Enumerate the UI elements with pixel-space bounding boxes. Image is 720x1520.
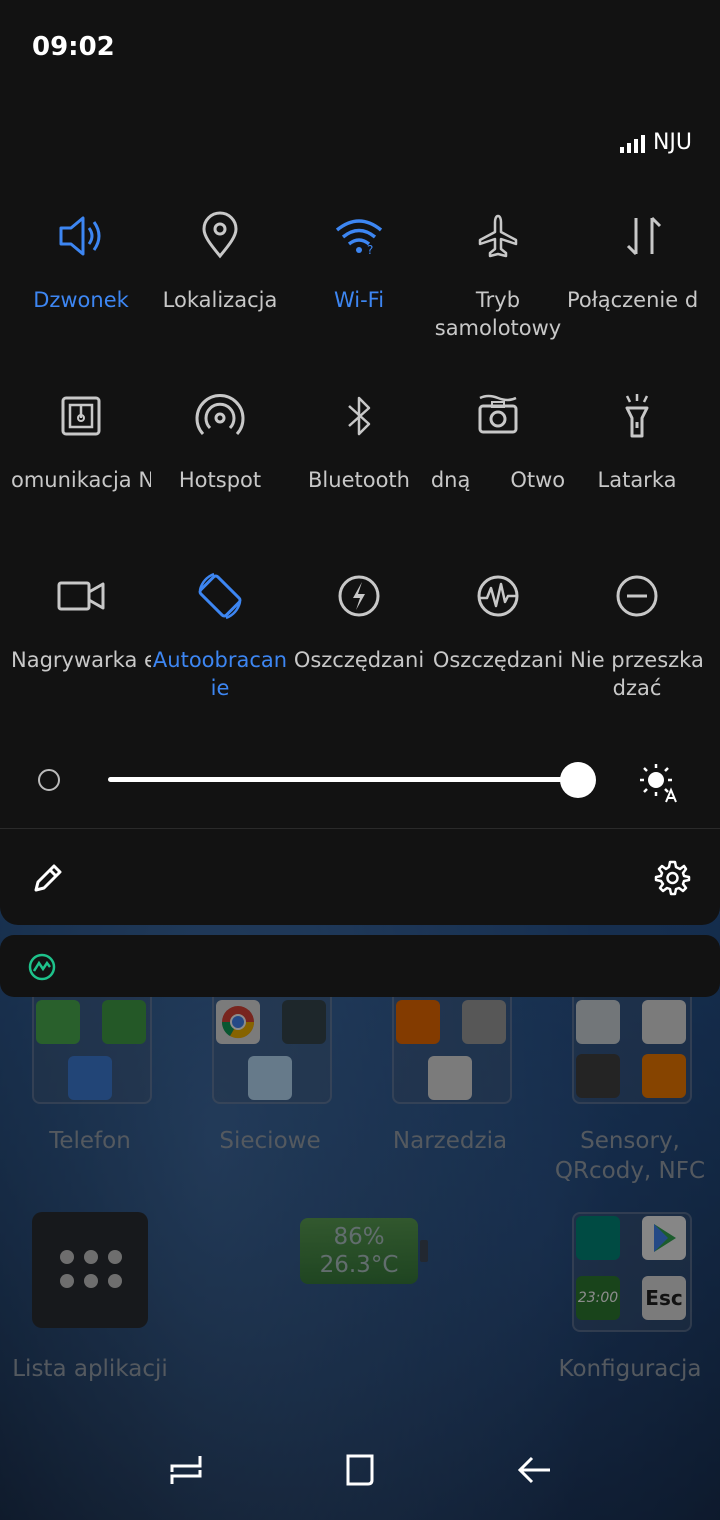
- carrier-indicator: NJU: [619, 130, 692, 155]
- back-arrow-icon[interactable]: [514, 1450, 554, 1490]
- tile-label: omunikacja N: [11, 468, 151, 492]
- video-camera-icon: [57, 581, 105, 611]
- navigation-bar: [0, 1430, 720, 1520]
- edit-pencil-icon[interactable]: [30, 860, 66, 896]
- speaker-icon: [59, 216, 101, 256]
- tile-label: dną Otwo: [430, 468, 566, 492]
- rotate-icon: [198, 572, 242, 620]
- tile-airplane-mode[interactable]: Tryb samolotowy: [428, 208, 568, 342]
- tile-label: Hotspot: [178, 468, 262, 492]
- brightness-slider-thumb[interactable]: [560, 762, 597, 798]
- airplane-icon: [478, 214, 518, 258]
- recent-apps-icon[interactable]: [166, 1450, 206, 1490]
- tile-bluetooth[interactable]: Bluetooth: [289, 388, 429, 494]
- notification-card[interactable]: [0, 935, 720, 997]
- tile-label: Nagrywarka e: [11, 648, 151, 672]
- quick-settings-panel: 09:02 NJU Dzwonek Lokalizacja ? Wi-Fi Tr…: [0, 0, 720, 925]
- tile-wifi[interactable]: ? Wi-Fi: [289, 208, 429, 314]
- tile-hotspot[interactable]: Hotspot: [150, 388, 290, 494]
- tile-label: Nie przeszka dzać: [570, 648, 704, 700]
- performance-icon: [477, 575, 519, 617]
- carrier-name: NJU: [652, 130, 692, 155]
- tile-label: Tryb samolotowy: [434, 288, 562, 340]
- wifi-icon: ?: [335, 219, 383, 257]
- screenshot-camera-icon: [478, 394, 518, 434]
- hotspot-icon: [195, 394, 245, 436]
- bluetooth-icon: [348, 396, 371, 436]
- tile-power-saving[interactable]: Oszczędzani: [289, 568, 429, 674]
- tile-screenshot[interactable]: dną Otwo: [428, 388, 568, 494]
- tile-label: Latarka: [597, 468, 677, 492]
- tile-label: Dzwonek: [33, 288, 129, 312]
- tile-label: Połączenie d: [567, 288, 699, 312]
- svg-text:?: ?: [367, 243, 373, 257]
- tile-sound[interactable]: Dzwonek: [11, 208, 151, 314]
- location-pin-icon: [202, 211, 238, 259]
- home-button-icon[interactable]: [340, 1450, 380, 1490]
- power-saving-icon: [338, 575, 380, 617]
- tile-label: Bluetooth: [308, 468, 410, 492]
- tile-label: Oszczędzani: [293, 648, 425, 672]
- status-clock: 09:02: [32, 32, 115, 62]
- data-arrows-icon: [626, 216, 661, 256]
- nfc-icon: [61, 396, 101, 436]
- tile-mobile-data[interactable]: Połączenie d: [567, 208, 720, 314]
- gear-icon[interactable]: [652, 858, 692, 898]
- tile-location[interactable]: Lokalizacja: [150, 208, 290, 314]
- tile-auto-rotate[interactable]: Autoobracan ie: [150, 568, 290, 702]
- app-notification-icon: [28, 953, 56, 981]
- brightness-low-icon: [38, 769, 60, 791]
- tile-label: Autoobracan ie: [152, 648, 288, 700]
- tile-label: Lokalizacja: [162, 288, 278, 312]
- brightness-slider[interactable]: [108, 777, 588, 782]
- auto-brightness-icon[interactable]: [636, 760, 680, 804]
- tile-nfc[interactable]: omunikacja N: [11, 388, 151, 494]
- tile-flashlight[interactable]: Latarka: [567, 388, 707, 494]
- tile-do-not-disturb[interactable]: Nie przeszka dzać: [567, 568, 707, 702]
- divider: [0, 828, 720, 829]
- signal-icon: [619, 133, 645, 153]
- tile-performance[interactable]: Oszczędzani: [428, 568, 568, 674]
- tile-screen-recorder[interactable]: Nagrywarka e: [11, 568, 151, 674]
- tile-label: Oszczędzani: [432, 648, 564, 672]
- tile-label: Wi-Fi: [333, 288, 385, 312]
- do-not-disturb-icon: [616, 575, 658, 617]
- flashlight-icon: [625, 394, 649, 438]
